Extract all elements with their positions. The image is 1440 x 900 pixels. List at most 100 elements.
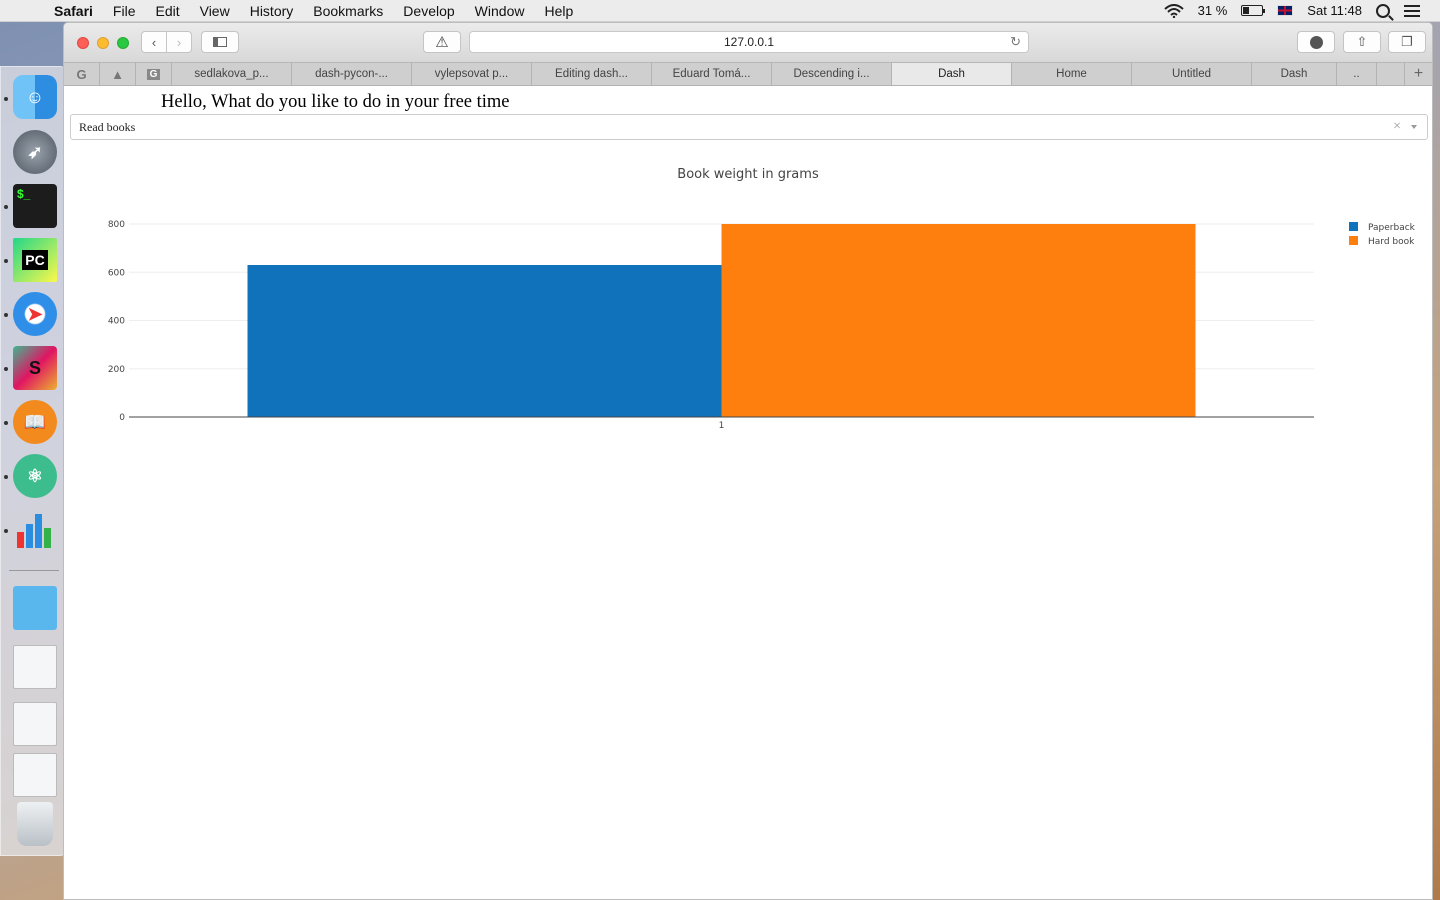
browser-window: ‹ › ⚠ 127.0.0.1 ↻ ⇧ ❐ G ▲ G sedlakova_p.… [63, 22, 1433, 900]
running-indicator [4, 421, 8, 425]
running-indicator [4, 529, 8, 533]
menu-help[interactable]: Help [544, 3, 573, 19]
y-tick-label: 400 [108, 317, 125, 327]
zoom-window-button[interactable] [117, 36, 129, 49]
tabs-overview-button[interactable]: ❐ [1388, 31, 1426, 53]
menu-file[interactable]: File [113, 3, 136, 19]
chart-title: Book weight in grams [677, 167, 819, 182]
window-controls [77, 36, 129, 49]
app-menu[interactable]: Safari [54, 3, 93, 19]
numbers-window-icon[interactable] [13, 645, 57, 689]
tab[interactable]: .. [1337, 63, 1377, 85]
menu-history[interactable]: History [250, 3, 294, 19]
bar-chart: Book weight in grams 0 200 400 600 800 1 Pap… [108, 167, 1416, 431]
menu-bookmarks[interactable]: Bookmarks [313, 3, 383, 19]
atom-icon[interactable]: ⚛ [13, 454, 57, 498]
plus-icon: + [1413, 65, 1424, 82]
dock-separator [9, 570, 59, 571]
battery-icon[interactable] [1241, 5, 1266, 16]
menu-window[interactable]: Window [475, 3, 525, 19]
back-button[interactable]: ‹ [141, 31, 167, 53]
trash-icon[interactable] [17, 802, 53, 846]
google-icon: G [76, 66, 87, 82]
pinned-tab-g[interactable]: G [136, 63, 172, 85]
g-square-icon: G [146, 68, 161, 80]
tab-bar: G ▲ G sedlakova_p... dash-pycon-... vyle… [64, 62, 1432, 86]
tab[interactable]: vylepsovat p... [412, 63, 532, 85]
terminal-icon[interactable]: $_ [13, 184, 57, 228]
pycharm-icon[interactable]: PC [13, 238, 57, 282]
tab[interactable]: Home [1012, 63, 1132, 85]
reload-icon[interactable]: ↻ [1010, 34, 1021, 50]
y-axis-ticks: 0 200 400 600 800 [108, 220, 125, 423]
x-axis-ticks: 1 [719, 421, 725, 431]
menu-edit[interactable]: Edit [155, 3, 179, 19]
bars [247, 224, 1196, 417]
finder-icon[interactable]: ☺ [13, 75, 57, 119]
pycharm-window-icon[interactable] [13, 702, 57, 746]
tab[interactable]: Untitled [1132, 63, 1252, 85]
running-indicator [4, 259, 8, 263]
wifi-icon[interactable] [1163, 3, 1184, 18]
battery-level [1243, 7, 1249, 14]
spotlight-search-icon[interactable] [1376, 3, 1390, 18]
close-window-button[interactable] [77, 36, 89, 49]
legend-label: Hard book [1368, 237, 1415, 247]
y-tick-label: 0 [119, 413, 125, 423]
ibooks-icon[interactable]: 📖 [13, 400, 57, 444]
forward-button[interactable]: › [166, 31, 192, 53]
menu-develop[interactable]: Develop [403, 3, 454, 19]
minimize-window-button[interactable] [97, 36, 109, 49]
launchpad-icon[interactable]: ➶ [13, 130, 57, 174]
running-indicator [4, 205, 8, 209]
activity-dropdown[interactable]: Read books × [70, 114, 1428, 140]
security-warning-button[interactable]: ⚠ [423, 31, 461, 53]
y-tick-label: 800 [108, 220, 125, 230]
tab[interactable]: Editing dash... [532, 63, 652, 85]
input-source-flag-icon[interactable] [1277, 5, 1294, 16]
new-tab-button[interactable]: + [1404, 63, 1432, 85]
battery-percent[interactable]: 31 % [1198, 3, 1228, 18]
clock[interactable]: Sat 11:48 [1307, 3, 1362, 18]
safari-icon[interactable]: ➤ [13, 292, 57, 336]
caret-down-icon[interactable] [1411, 125, 1417, 129]
downloads-button[interactable] [1297, 31, 1335, 53]
page-heading: Hello, What do you like to do in your fr… [161, 92, 510, 112]
numbers-icon[interactable] [13, 508, 57, 552]
pinned-tab-google[interactable]: G [64, 63, 100, 85]
slack-icon[interactable]: S [13, 346, 57, 390]
tab[interactable]: Descending i... [772, 63, 892, 85]
x-tick-label: 1 [719, 421, 725, 431]
address-bar[interactable]: 127.0.0.1 ↻ [469, 31, 1029, 53]
bar-paperback [247, 265, 722, 417]
notification-center-icon[interactable] [1404, 4, 1420, 17]
running-indicator [4, 97, 8, 101]
menu-bar: Safari File Edit View History Bookmarks … [0, 0, 1440, 22]
download-icon [1309, 35, 1323, 49]
clear-icon[interactable]: × [1393, 119, 1401, 135]
tab[interactable]: Eduard Tomá... [652, 63, 772, 85]
chart-legend[interactable]: Paperback Hard book [1349, 222, 1416, 247]
downloads-folder-icon[interactable] [13, 586, 57, 630]
menu-view[interactable]: View [200, 3, 230, 19]
drive-icon: ▲ [111, 66, 124, 82]
share-icon: ⇧ [1356, 34, 1368, 49]
ibooks-window-icon[interactable] [13, 753, 57, 797]
tab[interactable]: sedlakova_p... [172, 63, 292, 85]
chevron-left-icon: ‹ [151, 34, 157, 50]
dropdown-selected-value: Read books [79, 119, 136, 134]
share-button[interactable]: ⇧ [1343, 31, 1381, 53]
tabs-overview-icon: ❐ [1401, 34, 1413, 49]
page-content: Hello, What do you like to do in your fr… [64, 86, 1432, 899]
legend-label: Paperback [1368, 223, 1416, 233]
sidebar-button[interactable] [201, 31, 239, 53]
legend-swatch [1349, 236, 1358, 245]
sidebar-icon [213, 37, 227, 47]
chart-container: Book weight in grams 0 200 400 600 800 1 Pap… [64, 156, 1432, 461]
tab[interactable]: dash-pycon-... [292, 63, 412, 85]
pinned-tab-drive[interactable]: ▲ [100, 63, 136, 85]
tab[interactable]: Dash [1252, 63, 1337, 85]
running-indicator [4, 313, 8, 317]
tab-active[interactable]: Dash [892, 63, 1012, 85]
browser-toolbar: ‹ › ⚠ 127.0.0.1 ↻ ⇧ ❐ [64, 23, 1432, 62]
